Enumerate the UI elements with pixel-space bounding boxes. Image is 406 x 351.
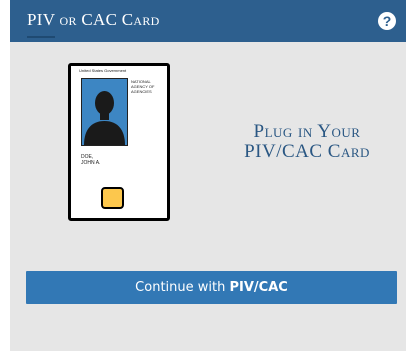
card-government-text: United States Government xyxy=(79,68,127,73)
person-silhouette-icon xyxy=(84,91,125,145)
continue-button-prefix: Continue with xyxy=(135,280,230,295)
card-name: DOE, JOHN A. xyxy=(81,154,100,166)
instruction-line-1: Plug in Your xyxy=(253,121,361,142)
piv-card-illustration: United States Government NATIONAL AGENCY… xyxy=(68,63,170,221)
title-underline xyxy=(27,36,55,38)
card-photo xyxy=(81,78,128,146)
instruction-line-2: PIV/CAC Card xyxy=(244,141,370,162)
card-chip xyxy=(101,187,124,209)
piv-cac-panel: PIV or CAC Card ? United States Governme… xyxy=(10,0,406,351)
continue-with-piv-cac-button[interactable]: Continue with PIV/CAC xyxy=(26,271,397,304)
panel-header: PIV or CAC Card ? xyxy=(10,0,406,42)
card-agency-text: NATIONAL AGENCY OF AGENCIES xyxy=(131,79,155,94)
panel-title: PIV or CAC Card xyxy=(27,10,160,29)
help-icon[interactable]: ? xyxy=(378,12,396,30)
card-name-line-2: JOHN A. xyxy=(81,160,101,166)
plug-in-instruction: Plug in Your PIV/CAC Card xyxy=(222,122,392,162)
continue-button-emphasis: PIV/CAC xyxy=(229,280,288,295)
